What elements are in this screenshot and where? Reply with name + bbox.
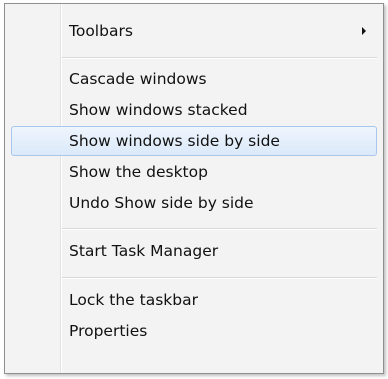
menu-item-label: Show windows side by side bbox=[69, 132, 280, 150]
menu-item-label: Show windows stacked bbox=[69, 101, 248, 119]
menu-item-show-the-desktop[interactable]: Show the desktop bbox=[11, 157, 377, 187]
menu-item-lock-the-taskbar[interactable]: Lock the taskbar bbox=[11, 285, 377, 315]
menu-item-label: Cascade windows bbox=[69, 70, 207, 88]
menu-item-start-task-manager[interactable]: Start Task Manager bbox=[11, 236, 377, 266]
menu-item-label: Undo Show side by side bbox=[69, 194, 254, 212]
menu-item-toolbars[interactable]: Toolbars bbox=[11, 16, 377, 46]
menu-item-show-windows-side-by-side[interactable]: Show windows side by side bbox=[11, 126, 377, 156]
menu-item-cascade-windows[interactable]: Cascade windows bbox=[11, 64, 377, 94]
submenu-arrow-icon bbox=[362, 27, 366, 35]
menu-item-undo-show-side-by-side[interactable]: Undo Show side by side bbox=[11, 188, 377, 218]
menu-item-label: Properties bbox=[69, 322, 148, 340]
menu-item-label: Lock the taskbar bbox=[69, 291, 198, 309]
menu-item-properties[interactable]: Properties bbox=[11, 316, 377, 346]
menu-item-show-windows-stacked[interactable]: Show windows stacked bbox=[11, 95, 377, 125]
menu-separator bbox=[62, 228, 377, 230]
menu-item-label: Toolbars bbox=[69, 22, 133, 40]
menu-separator bbox=[62, 57, 377, 59]
menu-item-label: Start Task Manager bbox=[69, 242, 219, 260]
menu-item-label: Show the desktop bbox=[69, 163, 208, 181]
menu-separator bbox=[62, 277, 377, 279]
taskbar-context-menu: Toolbars Cascade windows Show windows st… bbox=[4, 3, 384, 374]
